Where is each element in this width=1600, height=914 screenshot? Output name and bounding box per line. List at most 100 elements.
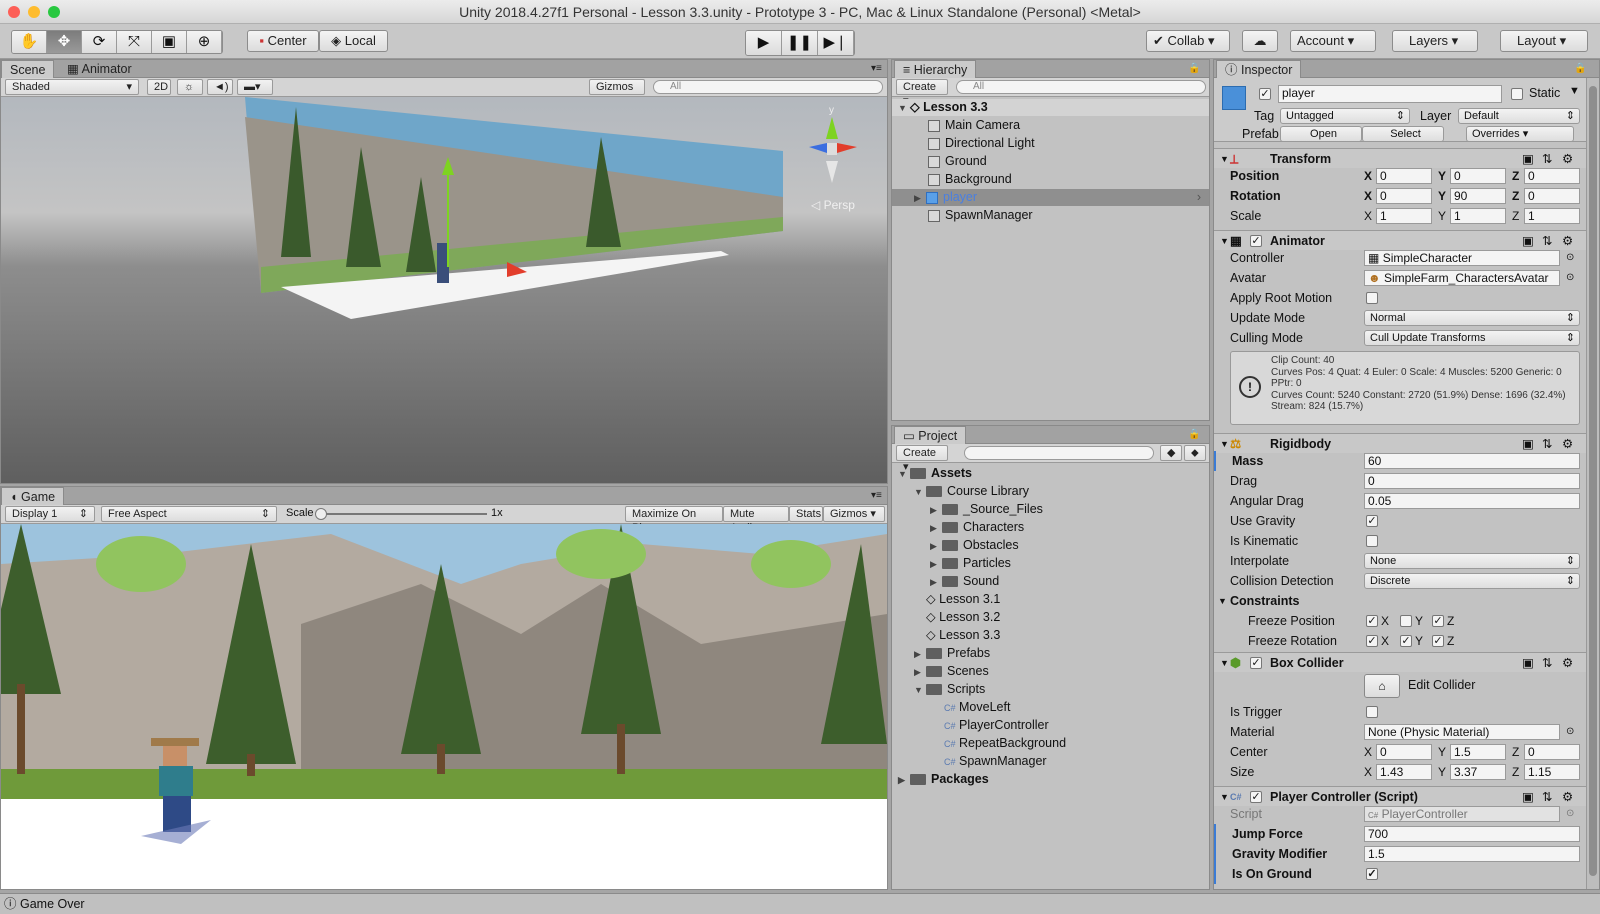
size-z-field[interactable]: 1.15 — [1524, 764, 1580, 780]
avatar-field[interactable]: ☻ SimpleFarm_CharactersAvatar — [1364, 270, 1560, 286]
project-scene-file[interactable]: ◇ Lesson 3.3 — [892, 627, 1209, 644]
transform-header[interactable]: ▼ ⟂ Transform ▣ ⇅ ⚙ — [1214, 148, 1599, 168]
freeze-position-y-checkbox[interactable] — [1400, 615, 1412, 627]
material-field[interactable]: None (Physic Material) — [1364, 724, 1560, 740]
close-window-button[interactable] — [8, 6, 20, 18]
status-bar[interactable]: ⓘ Game Over — [0, 893, 1600, 914]
component-help-icon[interactable]: ▣ — [1522, 653, 1534, 673]
effects-icon[interactable]: ▬▾ — [237, 79, 273, 95]
project-search-input[interactable] — [964, 446, 1154, 460]
inspector-lock-icon[interactable]: 🔒≡ — [1566, 60, 1599, 92]
use-gravity-checkbox[interactable]: ✓ — [1366, 515, 1378, 527]
controller-field[interactable]: ▦ SimpleCharacter — [1364, 250, 1560, 266]
freeze-position-x-checkbox[interactable]: ✓ — [1366, 615, 1378, 627]
hierarchy-create-dropdown[interactable]: Create ▾ — [896, 79, 948, 107]
project-folder-packages[interactable]: ▶ Packages — [892, 771, 1209, 788]
is-trigger-checkbox[interactable] — [1366, 706, 1378, 718]
project-create-dropdown[interactable]: Create ▾ — [896, 445, 948, 473]
active-checkbox[interactable]: ✓ — [1259, 88, 1271, 100]
project-scene-file[interactable]: ◇ Lesson 3.1 — [892, 591, 1209, 608]
component-settings-icon[interactable]: ⚙ — [1562, 653, 1573, 673]
project-folder[interactable]: ▶ Prefabs — [892, 645, 1209, 662]
project-script-file[interactable]: C# PlayerController — [892, 717, 1209, 734]
prefab-overrides-dropdown[interactable]: Overrides ▾ — [1466, 126, 1574, 142]
project-script-file[interactable]: C# SpawnManager — [892, 753, 1209, 770]
layout-dropdown[interactable]: Layout ▾ — [1500, 30, 1588, 52]
scene-viewport[interactable]: y ◁ Persp — [1, 97, 887, 483]
component-preset-icon[interactable]: ⇅ — [1542, 653, 1552, 673]
audio-icon[interactable]: ◄) — [207, 79, 233, 95]
apply-root-motion-checkbox[interactable] — [1366, 292, 1378, 304]
project-folder[interactable]: ▼ Course Library — [892, 483, 1209, 500]
rotation-z-field[interactable]: 0 — [1524, 188, 1580, 204]
rotation-x-field[interactable]: 0 — [1376, 188, 1432, 204]
open-prefab-arrow-icon[interactable]: › — [1197, 189, 1201, 206]
shading-mode-dropdown[interactable]: Shaded ▾ — [5, 79, 139, 95]
scale-slider[interactable] — [319, 513, 487, 515]
scene-gizmos-dropdown[interactable]: Gizmos ▾ — [589, 79, 645, 107]
tab-game[interactable]: ◖ Game — [1, 487, 65, 505]
rotate-tool-icon[interactable]: ⟳ — [82, 31, 117, 53]
center-y-field[interactable]: 1.5 — [1450, 744, 1506, 760]
project-folder[interactable]: ▼ Scripts — [892, 681, 1209, 698]
tab-hierarchy[interactable]: ≡ Hierarchy — [894, 60, 977, 78]
panel-menu-icon[interactable]: ▾≡ — [863, 60, 890, 78]
tab-scene[interactable]: Scene — [1, 60, 55, 78]
animator-header[interactable]: ▼ ▦ ✓ Animator ▣ ⇅ ⚙ — [1214, 230, 1599, 250]
tab-project[interactable]: ▭ Project — [894, 426, 967, 444]
tag-dropdown[interactable]: Untagged ⇕ — [1280, 108, 1410, 124]
gravity-modifier-field[interactable]: 1.5 — [1364, 846, 1580, 862]
box-collider-enabled-checkbox[interactable]: ✓ — [1250, 657, 1262, 669]
collab-dropdown[interactable]: ✔ Collab ▾ — [1146, 30, 1230, 52]
mass-field[interactable]: 60 — [1364, 453, 1580, 469]
display-dropdown[interactable]: Display 1 ⇕ — [5, 506, 95, 522]
position-z-field[interactable]: 0 — [1524, 168, 1580, 184]
object-picker-icon[interactable]: ⊙ — [1566, 722, 1574, 742]
scale-y-field[interactable]: 1 — [1450, 208, 1506, 224]
tab-inspector[interactable]: ⓘ Inspector — [1216, 60, 1302, 78]
center-x-field[interactable]: 0 — [1376, 744, 1432, 760]
step-button[interactable]: ▶❘ — [818, 31, 854, 55]
rect-tool-icon[interactable]: ▣ — [152, 31, 187, 53]
collision-detection-dropdown[interactable]: Discrete ⇕ — [1364, 573, 1580, 589]
prefab-open-button[interactable]: Open — [1280, 126, 1362, 142]
transform-tool-icon[interactable]: ⊕ — [187, 31, 222, 53]
persp-label[interactable]: ◁ Persp — [811, 198, 855, 212]
update-mode-dropdown[interactable]: Normal ⇕ — [1364, 310, 1580, 326]
maximize-on-play-toggle[interactable]: Maximize On Play — [625, 506, 723, 534]
hierarchy-search-input[interactable]: All — [956, 80, 1206, 94]
is-kinematic-checkbox[interactable] — [1366, 535, 1378, 547]
scene-root-item[interactable]: ▼ ◇ Lesson 3.3 — [892, 99, 1209, 116]
position-x-field[interactable]: 0 — [1376, 168, 1432, 184]
rotation-y-field[interactable]: 90 — [1450, 188, 1506, 204]
hand-tool-icon[interactable]: ✋ — [12, 31, 47, 53]
aspect-dropdown[interactable]: Free Aspect ⇕ — [101, 506, 277, 522]
freeze-position-z-checkbox[interactable]: ✓ — [1432, 615, 1444, 627]
game-gizmos-dropdown[interactable]: Gizmos ▾ — [823, 506, 885, 522]
freeze-rotation-x-checkbox[interactable]: ✓ — [1366, 635, 1378, 647]
size-x-field[interactable]: 1.43 — [1376, 764, 1432, 780]
cloud-button[interactable]: ☁ — [1242, 30, 1278, 52]
constraints-row[interactable]: ▼ Constraints — [1214, 591, 1599, 611]
freeze-rotation-z-checkbox[interactable]: ✓ — [1432, 635, 1444, 647]
size-y-field[interactable]: 3.37 — [1450, 764, 1506, 780]
project-scene-file[interactable]: ◇ Lesson 3.2 — [892, 609, 1209, 626]
jump-force-field[interactable]: 700 — [1364, 826, 1580, 842]
object-picker-icon[interactable]: ⊙ — [1566, 268, 1574, 288]
box-collider-header[interactable]: ▼ ⬢ ✓ Box Collider ▣ ⇅ ⚙ — [1214, 652, 1599, 672]
scale-tool-icon[interactable]: ⤧ — [117, 31, 152, 53]
play-button[interactable]: ▶ — [746, 31, 782, 55]
center-z-field[interactable]: 0 — [1524, 744, 1580, 760]
project-script-file[interactable]: C# RepeatBackground — [892, 735, 1209, 752]
project-folder[interactable]: ▶ Sound — [892, 573, 1209, 590]
project-folder[interactable]: ▶ _Source_Files — [892, 501, 1209, 518]
layers-dropdown[interactable]: Layers ▾ — [1392, 30, 1478, 52]
freeze-rotation-y-checkbox[interactable]: ✓ — [1400, 635, 1412, 647]
rigidbody-header[interactable]: ▼ ⚖ Rigidbody ▣ ⇅ ⚙ — [1214, 433, 1599, 453]
hierarchy-item[interactable]: Background — [892, 171, 1209, 188]
account-dropdown[interactable]: Account ▾ — [1290, 30, 1376, 52]
inspector-scrollbar[interactable] — [1586, 78, 1599, 889]
project-folder[interactable]: ▶ Obstacles — [892, 537, 1209, 554]
game-viewport[interactable] — [1, 524, 887, 889]
culling-mode-dropdown[interactable]: Cull Update Transforms ⇕ — [1364, 330, 1580, 346]
